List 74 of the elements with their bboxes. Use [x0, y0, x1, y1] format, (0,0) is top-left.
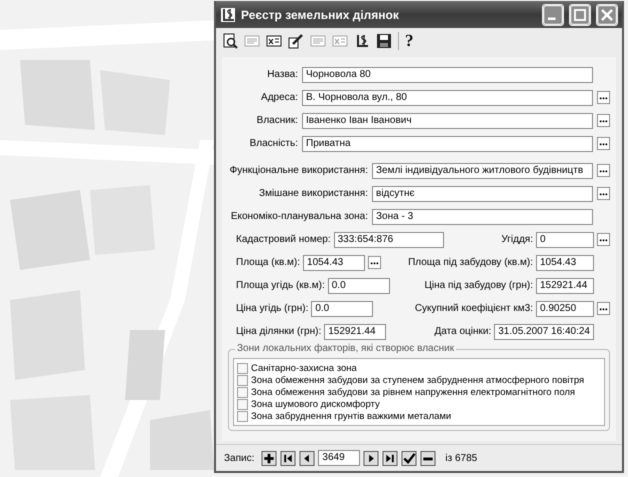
field-label: Назва: [266, 69, 298, 80]
text-field[interactable]: Чорновола 80 [302, 66, 593, 82]
ellipsis-button[interactable] [597, 164, 610, 177]
field-label: Власність: [248, 138, 298, 149]
checkbox[interactable] [237, 410, 248, 422]
text-field[interactable]: 1054.43 [303, 254, 366, 270]
checkbox-label: Зона обмеження забудови за рівнем напруження електромагнітного поля [251, 386, 576, 398]
ellipsis-button[interactable] [597, 91, 610, 104]
field-label: Сукупний коефіцієнт км3: [414, 303, 533, 314]
checkbox-label: Санітарно-захисна зона [251, 362, 357, 374]
minimize-button[interactable] [542, 4, 564, 26]
text-field[interactable]: 1054.43 [536, 254, 594, 270]
ellipsis-button[interactable] [597, 187, 610, 200]
window-title: Реєстр земельних ділянок [241, 8, 400, 22]
field-label: Ціна під забудову (грн): [424, 280, 533, 291]
document-pen-icon[interactable] [288, 33, 304, 49]
text-field[interactable]: Іваненко Іван Іванович [302, 112, 593, 128]
field-label: Дата оцінки: [434, 326, 492, 337]
field-label: Угіддя: [501, 234, 533, 245]
checkbox[interactable] [237, 398, 248, 410]
ellipsis-button[interactable] [597, 233, 610, 246]
ellipsis-button[interactable] [597, 302, 610, 315]
maximize-button[interactable] [569, 4, 591, 26]
text-field[interactable]: 152921.44 [536, 278, 594, 294]
confirm-button[interactable] [401, 450, 418, 466]
checkbox-label: Зона шумового дискомфорту [251, 398, 380, 410]
next-record-button[interactable] [363, 450, 380, 466]
ellipsis-button[interactable] [368, 256, 382, 269]
text-field[interactable]: 0.0 [311, 300, 374, 316]
text-field[interactable]: 31.05.2007 16:40:24 [494, 324, 594, 340]
ledger-icon[interactable] [354, 33, 370, 49]
text-field[interactable]: відсутнє [372, 186, 593, 202]
field-label: Адреса: [260, 92, 298, 103]
group-legend: Зони локальних факторів, які створює власник [235, 343, 456, 354]
first-record-button[interactable] [280, 450, 296, 466]
checkbox-label: Зона забруднення грунтів важкими металами [251, 410, 452, 422]
previous-record-button[interactable] [299, 450, 316, 466]
field-label: Площа під забудову (кв.м): [408, 257, 533, 268]
field-label: Функціональне використання: [228, 165, 368, 176]
field-label: Ціна ділянки (грн): [236, 326, 322, 337]
text-field[interactable]: Приватна [302, 136, 593, 152]
help-button[interactable]: ? [405, 33, 414, 49]
record-total: із 6785 [445, 452, 478, 464]
delete-button[interactable] [420, 450, 436, 466]
add-button[interactable] [261, 450, 278, 466]
ellipsis-button[interactable] [597, 137, 610, 150]
close-button[interactable] [596, 4, 618, 26]
document-x-icon[interactable] [266, 33, 282, 49]
text-field[interactable]: 152921.44 [324, 324, 386, 340]
text-field[interactable]: Зона - 3 [372, 208, 593, 224]
checkbox-label: Зона обмеження забудови за ступенем забруднення атмосферного повітря [251, 374, 584, 386]
text-field[interactable]: 0 [536, 232, 594, 248]
text-field[interactable]: 333:654:876 [334, 232, 444, 248]
text-field[interactable]: В. Чорновола вул., 80 [302, 90, 593, 106]
text-field[interactable]: Землі індивідуального житлового будівництв [372, 162, 593, 178]
text-field[interactable]: 0.0 [328, 278, 390, 294]
document-search-icon[interactable] [222, 33, 238, 49]
field-label: Площа (кв.м): [236, 257, 300, 268]
record-field[interactable]: 3649 [318, 450, 360, 466]
field-label: Ціна угідь (грн): [236, 303, 308, 314]
field-label: Змішане використання: [258, 188, 368, 199]
save-icon[interactable] [376, 33, 392, 49]
ledger-icon [220, 6, 236, 22]
last-record-button[interactable] [382, 450, 398, 466]
field-label: Площа угідь (кв.м): [236, 280, 325, 291]
checkbox[interactable] [237, 374, 248, 386]
checkbox[interactable] [237, 386, 248, 398]
checkbox[interactable] [237, 362, 248, 374]
ellipsis-button[interactable] [597, 114, 610, 127]
field-label: Економіко-планувальна зона: [230, 211, 368, 222]
text-field[interactable]: 0.90250 [536, 300, 594, 316]
record-label: Запис: [224, 452, 254, 464]
field-label: Власник: [256, 115, 298, 126]
field-label: Кадастровий номер: [236, 234, 331, 245]
